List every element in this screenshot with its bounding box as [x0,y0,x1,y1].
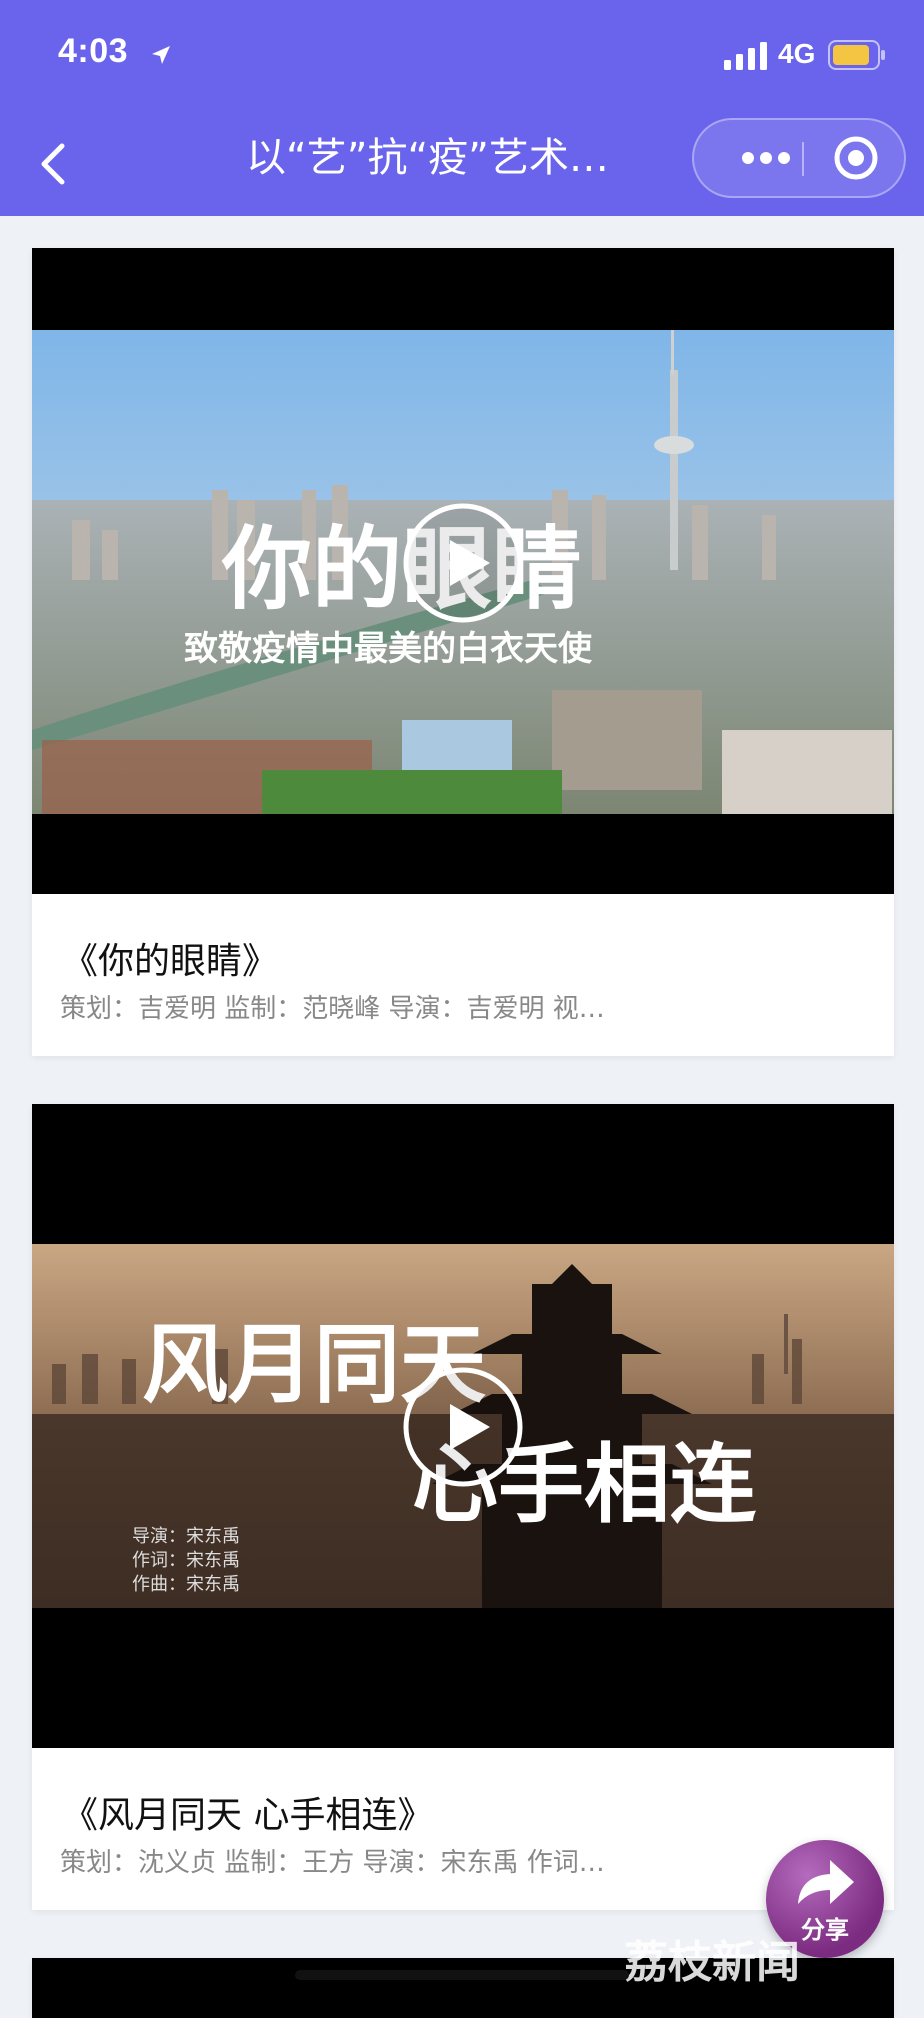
close-target-icon[interactable] [812,120,904,196]
location-arrow-icon [152,46,170,64]
back-chevron-icon[interactable] [36,140,70,188]
page-title: 以“艺”抗“疫”艺术… [246,135,609,181]
play-icon[interactable] [400,500,526,626]
top-header: 4:03 4G 以“艺”抗“疫”艺术… [0,0,924,216]
capsule-divider [802,142,804,176]
video-title[interactable]: 《你的眼睛》 [62,932,278,984]
video-player[interactable]: 风月同天 心手相连 导演：宋东禹 作词：宋东禹 作曲：宋东禹 [32,1104,894,1748]
thumbnail-credit: 作曲：宋东禹 [132,1574,240,1595]
signal-bars-icon [724,42,767,70]
more-dots-icon[interactable] [714,120,814,196]
video-card: 风月同天 心手相连 导演：宋东禹 作词：宋东禹 作曲：宋东禹 《风月同天 心手相… [32,1104,894,1910]
play-icon[interactable] [400,1364,526,1490]
share-arrow-icon [798,1860,854,1904]
thumbnail-credit: 作词：宋东禹 [132,1550,240,1571]
video-description: 策划：沈义贞 监制：王方 导演：宋东禹 作词… [60,1848,605,1878]
status-time: 4:03 [58,32,129,70]
video-card: 你的眼睛 致敬疫情中最美的白衣天使 《你的眼睛》 策划：吉爱明 监制：范晓峰 导… [32,248,894,1056]
video-description: 策划：吉爱明 监制：范晓峰 导演：吉爱明 视… [60,994,605,1024]
home-indicator[interactable] [295,1970,629,1980]
mini-program-capsule [692,118,906,198]
thumbnail-subheading: 致敬疫情中最美的白衣天使 [184,629,593,669]
network-type: 4G [778,38,816,69]
video-player[interactable]: 你的眼睛 致敬疫情中最美的白衣天使 [32,248,894,894]
battery-icon [828,40,885,70]
video-title[interactable]: 《风月同天 心手相连》 [62,1786,433,1838]
thumbnail-credit: 导演：宋东禹 [132,1526,240,1547]
watermark-logo: 荔枝新闻 [624,1937,800,1988]
